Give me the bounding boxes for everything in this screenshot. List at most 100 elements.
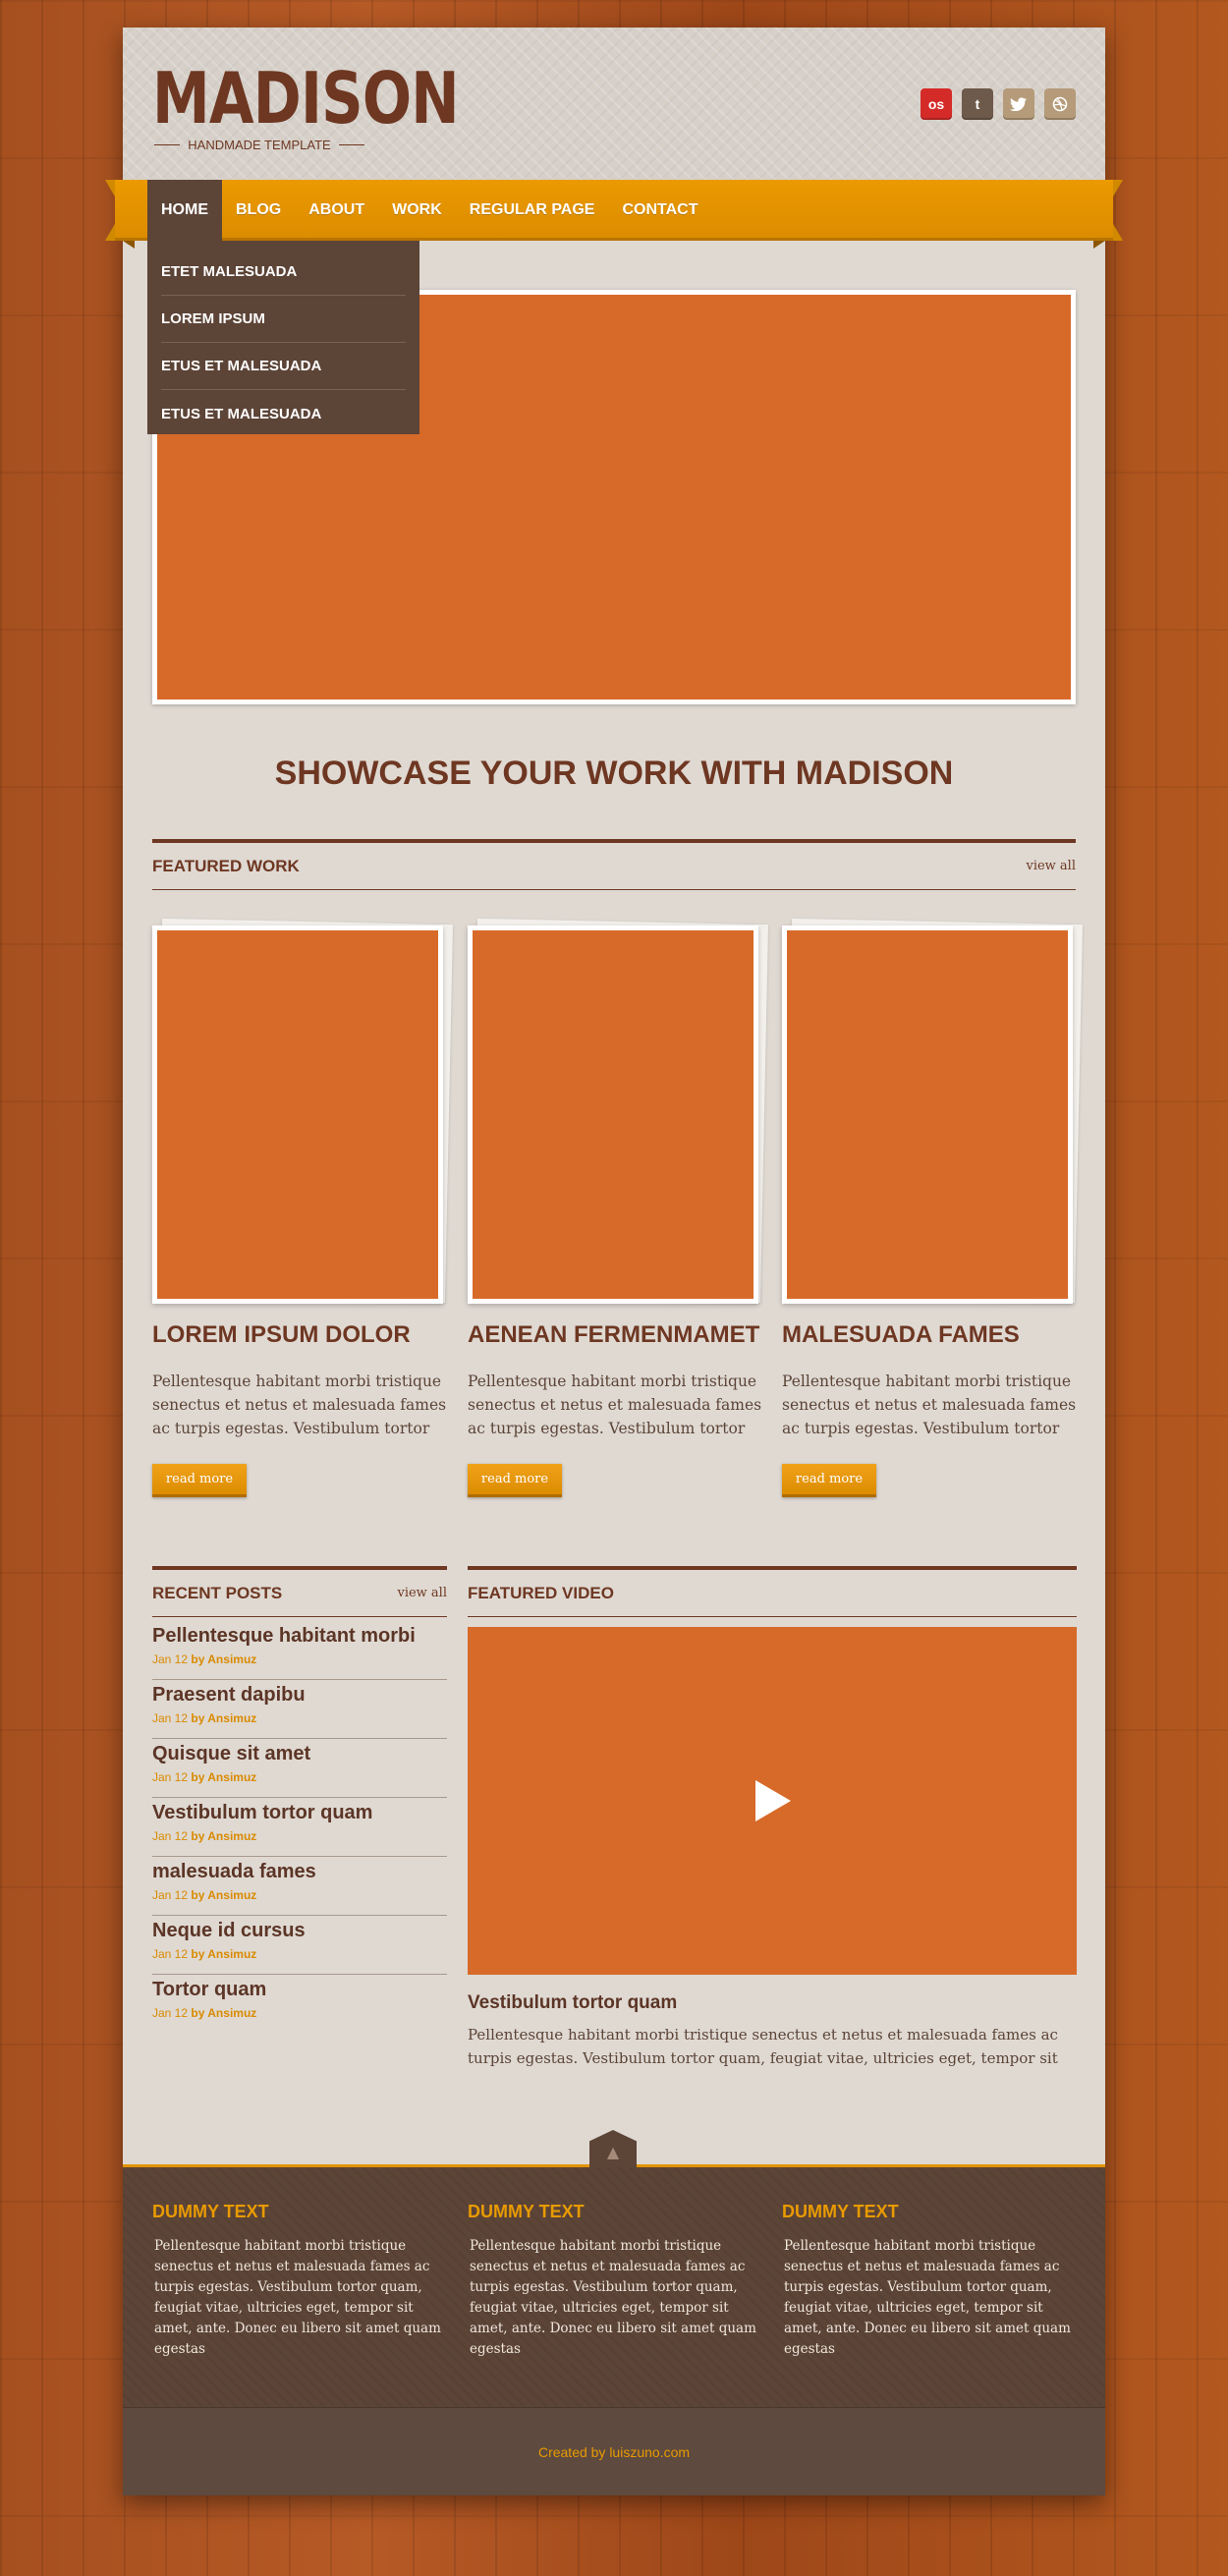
- post-title[interactable]: Quisque sit amet: [152, 1743, 310, 1765]
- post-title[interactable]: Vestibulum tortor quam: [152, 1802, 372, 1824]
- site-tagline: HANDMADE TEMPLATE: [154, 138, 364, 152]
- post-title[interactable]: Praesent dapibu: [152, 1684, 306, 1707]
- tagline-text: HANDMADE TEMPLATE: [188, 138, 331, 152]
- lastfm-icon[interactable]: os: [921, 88, 952, 120]
- video-description: Pellentesque habitant morbi tristique se…: [468, 2026, 1058, 2067]
- post-title[interactable]: Neque id cursus: [152, 1920, 306, 1942]
- post-meta: Jan 12 by Ansimuz: [152, 1947, 256, 1961]
- twitter-icon[interactable]: [1003, 88, 1034, 120]
- list-item: Praesent dapibu Jan 12 by Ansimuz: [152, 1680, 447, 1739]
- work-thumbnail-frame[interactable]: [152, 925, 443, 1304]
- post-date: Jan 12: [152, 2006, 189, 2020]
- work-thumbnail[interactable]: [787, 930, 1068, 1299]
- post-author[interactable]: by Ansimuz: [191, 1947, 256, 1961]
- ribbon-fold-left: [123, 241, 135, 249]
- nav-item-regular-page[interactable]: REGULAR PAGE: [456, 180, 609, 241]
- work-description: Pellentesque habitant morbi tristique se…: [468, 1372, 762, 1437]
- nav-item-contact[interactable]: CONTACT: [608, 180, 711, 241]
- post-title[interactable]: Tortor quam: [152, 1979, 266, 2001]
- page-container: MADISON HANDMADE TEMPLATE os t HOME BLOG…: [105, 28, 1123, 2495]
- nav-item-blog[interactable]: BLOG: [222, 180, 295, 241]
- dropdown-item[interactable]: LOREM IPSUM: [161, 296, 406, 343]
- post-author[interactable]: by Ansimuz: [191, 1652, 256, 1666]
- post-meta: Jan 12 by Ansimuz: [152, 1770, 256, 1784]
- post-title[interactable]: Pellentesque habitant morbi: [152, 1625, 416, 1648]
- work-description: Pellentesque habitant morbi tristique se…: [782, 1372, 1077, 1437]
- arrow-up-icon[interactable]: ▲: [589, 2130, 637, 2167]
- work-title[interactable]: LOREM IPSUM DOLOR: [152, 1321, 467, 1349]
- read-more-button[interactable]: read more: [782, 1464, 876, 1497]
- footer-column-text: Pellentesque habitant morbi tristique se…: [470, 2238, 756, 2357]
- footer-column-title: DUMMY TEXT: [782, 2202, 899, 2221]
- footer-column-text: Pellentesque habitant morbi tristique se…: [154, 2238, 441, 2357]
- dribbble-icon[interactable]: [1044, 88, 1076, 120]
- recent-posts-view-all-link[interactable]: view all: [397, 1586, 447, 1600]
- post-date: Jan 12: [152, 1711, 189, 1725]
- recent-posts-title: RECENT POSTS: [152, 1583, 283, 1602]
- post-author[interactable]: by Ansimuz: [191, 2006, 256, 2020]
- post-meta: Jan 12 by Ansimuz: [152, 1711, 256, 1725]
- nav-item-about[interactable]: ABOUT: [295, 180, 378, 241]
- post-author[interactable]: by Ansimuz: [191, 1770, 256, 1784]
- dropdown-item[interactable]: ETUS ET MALESUADA: [161, 343, 406, 390]
- work-title[interactable]: MALESUADA FAMES: [782, 1321, 1096, 1349]
- featured-work-view-all-link[interactable]: view all: [1026, 859, 1076, 873]
- play-icon[interactable]: [755, 1780, 791, 1821]
- work-thumbnail[interactable]: [473, 930, 754, 1299]
- work-thumbnail-frame[interactable]: [782, 925, 1073, 1304]
- post-date: Jan 12: [152, 1947, 189, 1961]
- footer-column: DUMMY TEXT Pellentesque habitant morbi t…: [468, 2202, 767, 2360]
- read-more-button[interactable]: read more: [152, 1464, 247, 1497]
- dropdown-item[interactable]: ETUS ET MALESUADA: [161, 390, 406, 437]
- list-item: Neque id cursus Jan 12 by Ansimuz: [152, 1916, 447, 1975]
- home-dropdown-menu: ETET MALESUADA LOREM IPSUM ETUS ET MALES…: [147, 241, 419, 434]
- list-item: Quisque sit amet Jan 12 by Ansimuz: [152, 1739, 447, 1798]
- featured-work-heading: FEATURED WORK view all: [152, 839, 1076, 890]
- nav-items: HOME BLOG ABOUT WORK REGULAR PAGE CONTAC…: [147, 180, 712, 241]
- work-thumbnail-frame[interactable]: [468, 925, 758, 1304]
- work-title[interactable]: AENEAN FERMENMAMET: [468, 1321, 782, 1349]
- read-more-button[interactable]: read more: [468, 1464, 562, 1497]
- tumblr-icon[interactable]: t: [962, 88, 993, 120]
- video-player[interactable]: [468, 1627, 1077, 1975]
- recent-posts-heading: RECENT POSTS view all: [152, 1566, 447, 1617]
- tagline-rule-right: [338, 144, 364, 145]
- showcase-headline: SHOWCASE YOUR WORK WITH MADISON: [274, 755, 954, 792]
- site-logo[interactable]: MADISON: [152, 63, 460, 134]
- post-author[interactable]: by Ansimuz: [191, 1829, 256, 1843]
- list-item: malesuada fames Jan 12 by Ansimuz: [152, 1857, 447, 1916]
- footer-column-title: DUMMY TEXT: [468, 2202, 585, 2221]
- featured-work-title: FEATURED WORK: [152, 856, 300, 875]
- video-caption-title[interactable]: Vestibulum tortor quam: [468, 1992, 677, 2014]
- post-date: Jan 12: [152, 1888, 189, 1902]
- main-navigation: HOME BLOG ABOUT WORK REGULAR PAGE CONTAC…: [105, 180, 1123, 249]
- post-date: Jan 12: [152, 1652, 189, 1666]
- post-date: Jan 12: [152, 1770, 189, 1784]
- post-author[interactable]: by Ansimuz: [191, 1711, 256, 1725]
- copyright-bar: Created by luiszuno.com: [123, 2407, 1105, 2495]
- footer-column-title: DUMMY TEXT: [152, 2202, 269, 2221]
- post-author[interactable]: by Ansimuz: [191, 1888, 256, 1902]
- list-item: Pellentesque habitant morbi Jan 12 by An…: [152, 1621, 447, 1680]
- social-links: os t: [921, 88, 1076, 120]
- dropdown-item[interactable]: ETET MALESUADA: [161, 249, 406, 296]
- footer-column: DUMMY TEXT Pellentesque habitant morbi t…: [152, 2202, 452, 2360]
- post-meta: Jan 12 by Ansimuz: [152, 1829, 256, 1843]
- post-date: Jan 12: [152, 1829, 189, 1843]
- post-title[interactable]: malesuada fames: [152, 1861, 316, 1883]
- featured-video-heading: FEATURED VIDEO: [468, 1566, 1077, 1617]
- post-meta: Jan 12 by Ansimuz: [152, 1888, 256, 1902]
- nav-item-home[interactable]: HOME: [147, 180, 222, 241]
- ribbon-fold-right: [1093, 241, 1105, 249]
- nav-item-work[interactable]: WORK: [378, 180, 456, 241]
- footer-column: DUMMY TEXT Pellentesque habitant morbi t…: [782, 2202, 1082, 2360]
- footer-column-text: Pellentesque habitant morbi tristique se…: [784, 2238, 1071, 2357]
- post-meta: Jan 12 by Ansimuz: [152, 1652, 256, 1666]
- work-thumbnail[interactable]: [157, 930, 438, 1299]
- copyright-link[interactable]: Created by luiszuno.com: [538, 2444, 690, 2460]
- header: MADISON HANDMADE TEMPLATE os t: [123, 28, 1105, 182]
- featured-video-title: FEATURED VIDEO: [468, 1583, 614, 1602]
- list-item: Tortor quam Jan 12 by Ansimuz: [152, 1975, 447, 2034]
- list-item: Vestibulum tortor quam Jan 12 by Ansimuz: [152, 1798, 447, 1857]
- work-description: Pellentesque habitant morbi tristique se…: [152, 1372, 447, 1437]
